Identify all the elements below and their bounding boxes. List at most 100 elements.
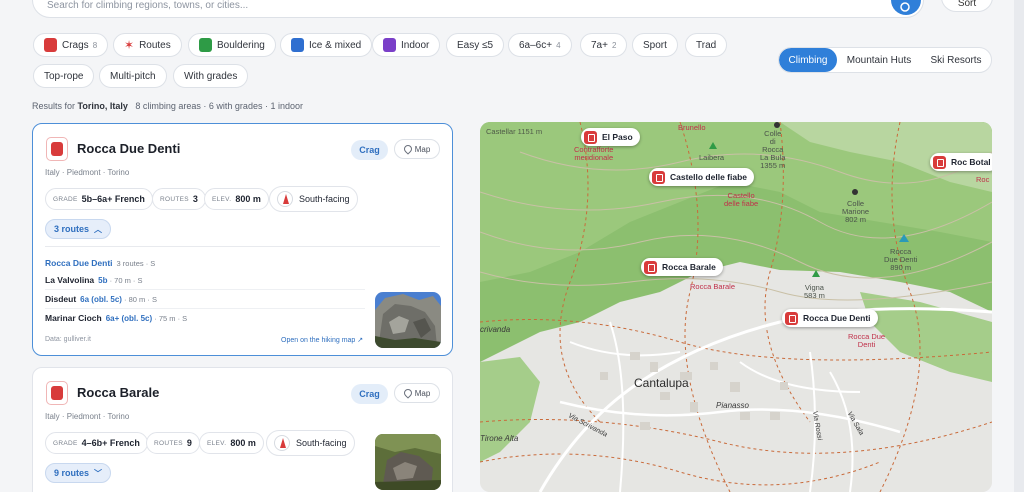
map-place-rocca-barale: Rocca Barale xyxy=(690,282,736,291)
route-name: Marinar Cioch xyxy=(45,313,102,323)
map-place-castello-fiabe: Castello delle fiabe xyxy=(724,191,759,208)
crag-title[interactable]: Rocca Barale xyxy=(77,385,159,400)
routes-toggle-button[interactable]: 9 routes ﹀ xyxy=(45,463,112,483)
filter-trad[interactable]: Trad xyxy=(685,33,728,57)
route-grade: 6a+ (obl. 5c) xyxy=(105,314,153,323)
routes-stat: ROUTES 9 xyxy=(146,432,200,454)
tab-climbing[interactable]: Climbing xyxy=(779,48,837,72)
rock-photo xyxy=(375,434,441,490)
tab-ski-resorts[interactable]: Ski Resorts xyxy=(921,48,991,72)
stat-key: ELEV. xyxy=(207,439,227,447)
filter-crags[interactable]: Crags 8 xyxy=(33,33,109,57)
climber-icon: ✶ xyxy=(124,38,135,52)
chip-label: Sport xyxy=(643,39,667,51)
rock-photo xyxy=(375,292,441,348)
map-place-colle-bula: Colle di Rocca La Bula 1355 m xyxy=(760,129,786,170)
chip-label: 6a–6c+ xyxy=(519,39,553,51)
sector-name[interactable]: Rocca Due Denti xyxy=(45,258,113,268)
row-divider xyxy=(45,289,365,290)
data-source: Data: gulliver.it xyxy=(45,336,91,343)
filter-6a-6c[interactable]: 6a–6c+ 4 xyxy=(508,33,572,57)
map-place-rocca-due-denti-red: Rocca Due Denti xyxy=(848,332,886,349)
filter-with-grades[interactable]: With grades xyxy=(173,64,249,88)
results-place: Torino, Italy xyxy=(77,101,128,111)
stat-value: 800 m xyxy=(230,438,256,448)
crag-marker-icon xyxy=(933,155,946,169)
filter-indoor[interactable]: Indoor xyxy=(372,33,441,57)
map-button[interactable]: Map xyxy=(394,383,440,403)
tab-mountain-huts[interactable]: Mountain Huts xyxy=(837,48,921,72)
stat-value: 5b–6a+ French xyxy=(81,194,145,204)
stat-key: ROUTES xyxy=(160,195,189,203)
chip-count: 2 xyxy=(611,40,617,50)
marker-label: Castello delle fiabe xyxy=(670,172,747,182)
ice-icon xyxy=(291,38,304,52)
chip-label: 7a+ xyxy=(591,39,608,51)
stat-value: 800 m xyxy=(235,194,261,204)
crag-photo[interactable] xyxy=(375,292,441,348)
filter-bouldering[interactable]: Bouldering xyxy=(188,33,276,57)
chip-label: Top-rope xyxy=(44,70,84,82)
chip-label: With grades xyxy=(184,70,238,82)
stat-value: South-facing xyxy=(299,194,350,204)
map-marker-castello-fiabe[interactable]: Castello delle fiabe xyxy=(649,168,754,186)
map-button-label: Map xyxy=(414,144,431,154)
crag-title[interactable]: Rocca Due Denti xyxy=(77,141,180,156)
route-row[interactable]: Marinar Cioch 6a+ (obl. 5c) · 75 m · S xyxy=(45,313,365,323)
route-row[interactable]: La Valvolina 5b · 70 m · S xyxy=(45,275,365,285)
sector-meta: 3 routes · S xyxy=(116,259,156,268)
filter-7a[interactable]: 7a+ 2 xyxy=(580,33,628,57)
route-row[interactable]: Disdeut 6a (obl. 5c) · 80 m · S xyxy=(45,294,365,304)
marker-label: Roc Botal xyxy=(951,157,991,167)
stat-value: 4–6b+ French xyxy=(81,438,140,448)
aspect-stat: South-facing xyxy=(266,430,355,456)
map-marker-roc-botal[interactable]: Roc Botal xyxy=(930,153,992,171)
map-marker-rocca-due-denti[interactable]: Rocca Due Denti xyxy=(782,309,878,327)
stat-value: South-facing xyxy=(296,438,347,448)
search-bar[interactable]: Search for climbing regions, towns, or c… xyxy=(32,0,924,18)
filter-top-rope[interactable]: Top-rope xyxy=(33,64,95,88)
stat-key: ELEV. xyxy=(212,195,232,203)
results-counts: 8 climbing areas · 6 with grades · 1 ind… xyxy=(135,101,303,111)
crag-marker-icon xyxy=(785,311,798,325)
indoor-icon xyxy=(383,38,396,52)
grade-stat: GRADE 4–6b+ French xyxy=(45,432,148,454)
chevron-up-icon: ︿ xyxy=(94,224,103,234)
hiking-map-link[interactable]: Open on the hiking map ↗ xyxy=(281,336,363,344)
map-place-vigna: Vigna 583 m xyxy=(804,283,825,300)
filter-easy[interactable]: Easy ≤5 xyxy=(446,33,505,57)
results-prefix: Results for xyxy=(32,101,76,111)
map-button[interactable]: Map xyxy=(394,139,440,159)
crag-card[interactable]: Rocca Barale Italy · Piedmont · Torino C… xyxy=(32,367,453,492)
crag-location: Italy · Piedmont · Torino xyxy=(45,412,130,421)
map-place-brunello: Brunello xyxy=(678,123,706,132)
filter-sport[interactable]: Sport xyxy=(632,33,678,57)
marker-label: Rocca Barale xyxy=(662,262,716,272)
hiking-map[interactable]: Castellar 1151 m Contrafforte meridional… xyxy=(480,122,992,492)
elevation-stat: ELEV. 800 m xyxy=(199,432,264,454)
map-place-tirone-alta: Tirone Alta xyxy=(480,434,519,443)
routes-toggle-button[interactable]: 3 routes ︿ xyxy=(45,219,112,239)
chip-label: Trad xyxy=(696,39,717,51)
map-marker-el-paso[interactable]: El Paso xyxy=(581,128,640,146)
filter-multi-pitch[interactable]: Multi-pitch xyxy=(99,64,167,88)
map-place-castellar: Castellar 1151 m xyxy=(486,127,543,136)
sort-button[interactable]: Sort xyxy=(941,0,993,12)
map-place-roc: Roc xyxy=(976,175,990,184)
crag-icon xyxy=(46,137,68,161)
page-scrollbar[interactable] xyxy=(1014,0,1024,492)
filter-routes[interactable]: ✶ Routes xyxy=(113,33,182,57)
category-tabs: Climbing Mountain Huts Ski Resorts xyxy=(778,47,992,73)
map-pin-icon xyxy=(402,387,414,399)
crag-marker-icon xyxy=(644,260,657,274)
map-place-contrafforte: Contrafforte meridionale xyxy=(574,145,614,162)
filter-ice-mixed[interactable]: Ice & mixed xyxy=(280,33,373,57)
search-button[interactable] xyxy=(891,0,921,15)
crag-card[interactable]: Rocca Due Denti Italy · Piedmont · Torin… xyxy=(32,123,453,356)
chip-label: Indoor xyxy=(401,39,430,51)
chip-label: Multi-pitch xyxy=(110,70,156,82)
crag-icon xyxy=(44,38,57,52)
search-input[interactable]: Search for climbing regions, towns, or c… xyxy=(47,0,248,11)
map-marker-rocca-barale[interactable]: Rocca Barale xyxy=(641,258,723,276)
crag-photo[interactable] xyxy=(375,434,441,490)
